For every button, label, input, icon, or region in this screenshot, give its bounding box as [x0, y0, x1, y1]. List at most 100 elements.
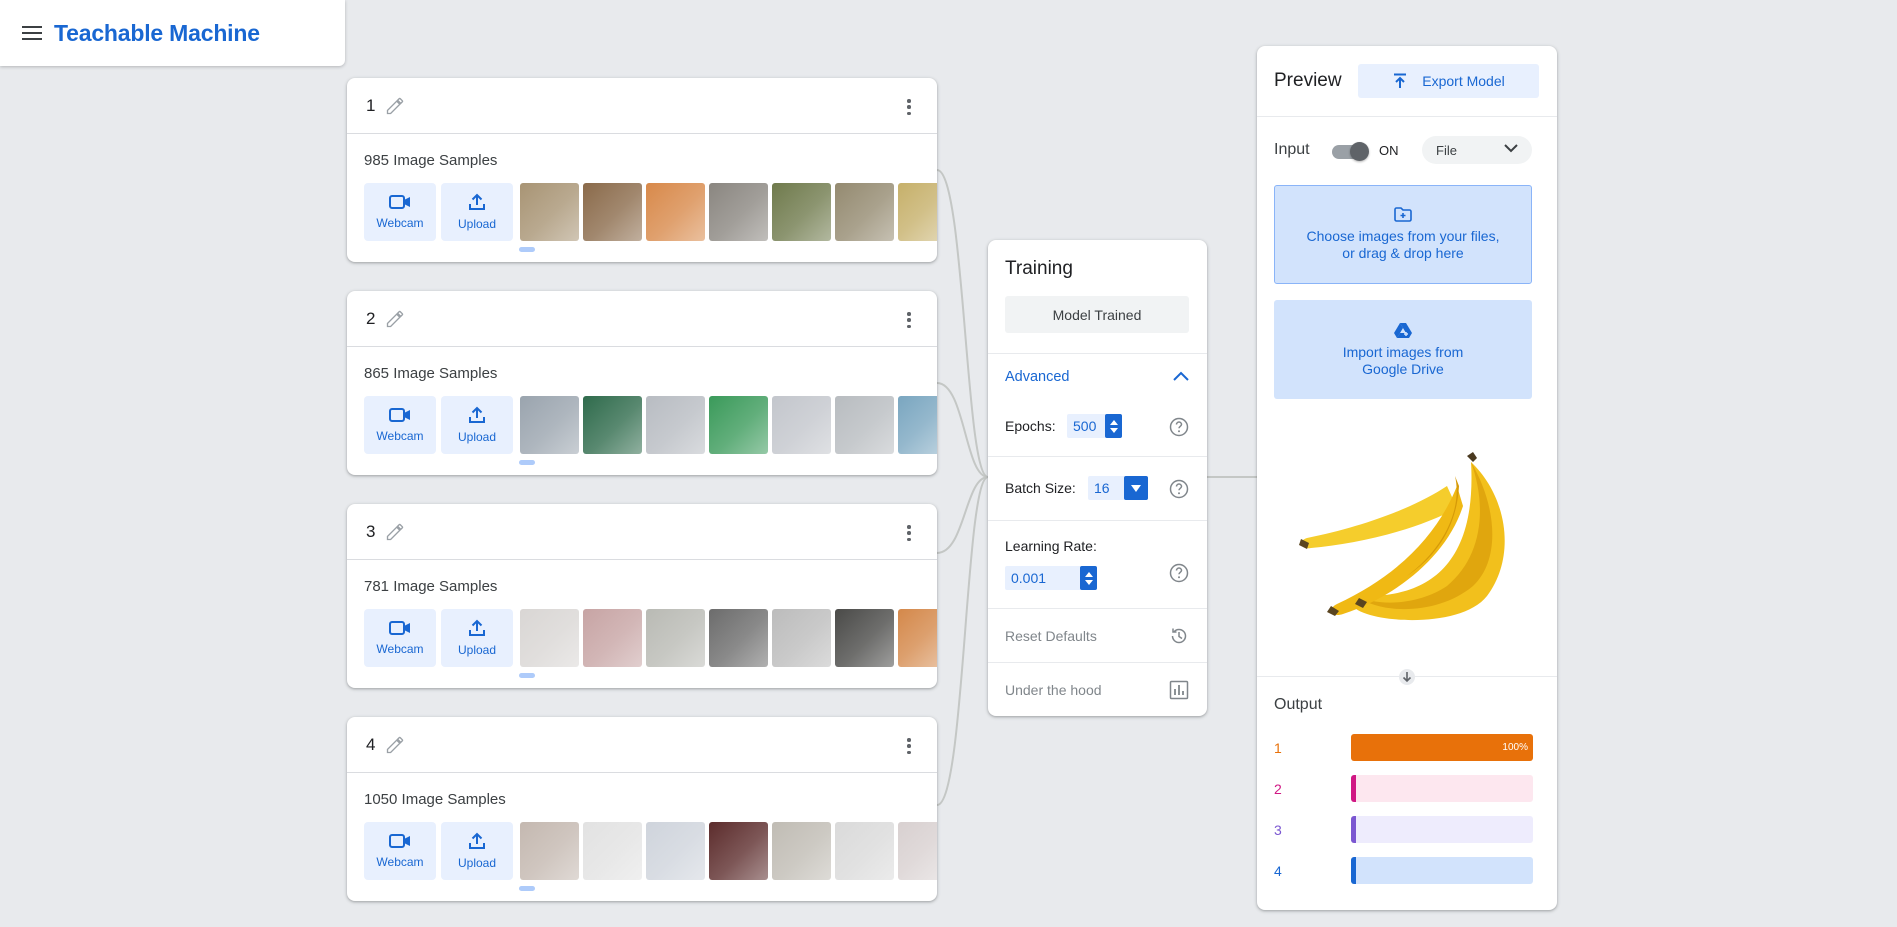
epochs-value: 500 [1073, 418, 1097, 434]
batch-size-select[interactable]: 16 [1088, 476, 1148, 500]
class-card: 3 781 Image Samples Webcam Upload [347, 504, 937, 688]
more-options-icon[interactable] [907, 738, 911, 754]
webcam-button[interactable]: Webcam [364, 822, 436, 880]
learning-rate-input[interactable]: 0.001 [1005, 566, 1097, 590]
sample-thumbnail[interactable] [898, 609, 937, 667]
sample-thumbnails [520, 183, 937, 241]
upload-button[interactable]: Upload [441, 396, 513, 454]
output-confidence-fill [1351, 857, 1356, 884]
webcam-label: Webcam [376, 855, 424, 869]
sample-thumbnail[interactable] [835, 183, 894, 241]
batch-size-dropdown[interactable] [1124, 476, 1148, 500]
sample-thumbnail[interactable] [709, 183, 768, 241]
sample-thumbnail[interactable] [898, 396, 937, 454]
sample-thumbnail[interactable] [709, 396, 768, 454]
class-connectors [936, 169, 1257, 806]
class-name[interactable]: 1 [366, 96, 375, 116]
video-camera-icon [389, 408, 410, 422]
epochs-label: Epochs: [1005, 418, 1056, 434]
folder-add-icon [1394, 207, 1412, 222]
webcam-button[interactable]: Webcam [364, 609, 436, 667]
more-options-icon[interactable] [907, 99, 911, 115]
sample-thumbnail[interactable] [772, 396, 831, 454]
sample-thumbnail[interactable] [520, 396, 579, 454]
thumb-scroll-indicator[interactable] [519, 673, 535, 678]
sample-thumbnail[interactable] [583, 183, 642, 241]
help-icon[interactable] [1169, 563, 1189, 583]
model-trained-button[interactable]: Model Trained [1005, 296, 1189, 333]
upload-icon [1394, 73, 1407, 88]
more-options-icon[interactable] [907, 312, 911, 328]
file-drop-zone[interactable]: Choose images from your files, or drag &… [1274, 185, 1532, 284]
sample-thumbnail[interactable] [772, 183, 831, 241]
pencil-icon[interactable] [385, 96, 405, 116]
sample-thumbnail[interactable] [709, 609, 768, 667]
pencil-icon[interactable] [385, 522, 405, 542]
pencil-icon[interactable] [385, 735, 405, 755]
export-model-button[interactable]: Export Model [1358, 64, 1539, 98]
upload-button[interactable]: Upload [441, 183, 513, 241]
chevron-up-icon[interactable] [1173, 371, 1189, 381]
learning-rate-stepper[interactable] [1080, 566, 1097, 590]
help-icon[interactable] [1169, 417, 1189, 437]
output-confidence-bar: 100% [1351, 734, 1533, 761]
sample-thumbnail[interactable] [583, 822, 642, 880]
app-title[interactable]: Teachable Machine [54, 20, 260, 47]
sample-thumbnails [520, 822, 937, 880]
pencil-icon[interactable] [385, 309, 405, 329]
class-name[interactable]: 3 [366, 522, 375, 542]
input-source-select[interactable]: File [1422, 136, 1532, 164]
preview-title: Preview [1274, 70, 1342, 91]
sample-thumbnail[interactable] [835, 396, 894, 454]
thumb-scroll-indicator[interactable] [519, 886, 535, 891]
epochs-stepper[interactable] [1105, 414, 1122, 438]
upload-button[interactable]: Upload [441, 822, 513, 880]
thumb-scroll-indicator[interactable] [519, 247, 535, 252]
thumb-scroll-indicator[interactable] [519, 460, 535, 465]
sample-thumbnail[interactable] [646, 609, 705, 667]
input-toggle[interactable] [1330, 142, 1369, 161]
class-name[interactable]: 4 [366, 735, 375, 755]
sample-thumbnail[interactable] [898, 183, 937, 241]
history-icon[interactable] [1169, 626, 1189, 646]
advanced-toggle[interactable]: Advanced [1005, 369, 1070, 385]
sample-thumbnail[interactable] [646, 396, 705, 454]
preview-panel: Preview Export Model Input ON File Choos… [1257, 46, 1557, 910]
sample-thumbnail[interactable] [520, 822, 579, 880]
sample-thumbnail[interactable] [646, 183, 705, 241]
sample-thumbnail[interactable] [520, 609, 579, 667]
sample-thumbnail[interactable] [583, 396, 642, 454]
webcam-button[interactable]: Webcam [364, 183, 436, 241]
under-the-hood-button[interactable]: Under the hood [1005, 682, 1102, 698]
epochs-input[interactable]: 500 [1067, 414, 1122, 438]
sample-thumbnail[interactable] [772, 609, 831, 667]
sample-thumbnail[interactable] [835, 609, 894, 667]
sample-thumbnail[interactable] [835, 822, 894, 880]
sample-thumbnail[interactable] [709, 822, 768, 880]
help-icon[interactable] [1169, 479, 1189, 499]
output-confidence-fill [1351, 816, 1356, 843]
bar-chart-icon[interactable] [1169, 680, 1189, 700]
sample-count: 781 Image Samples [364, 578, 498, 595]
reset-defaults-button[interactable]: Reset Defaults [1005, 628, 1097, 644]
upload-button[interactable]: Upload [441, 609, 513, 667]
sample-thumbnail[interactable] [583, 609, 642, 667]
video-camera-icon [389, 195, 410, 209]
class-name[interactable]: 2 [366, 309, 375, 329]
arrow-down-icon [1399, 669, 1415, 685]
sample-thumbnail[interactable] [898, 822, 937, 880]
training-title: Training [1005, 258, 1073, 279]
webcam-button[interactable]: Webcam [364, 396, 436, 454]
export-model-label: Export Model [1422, 73, 1505, 89]
output-confidence-fill: 100% [1351, 734, 1533, 761]
more-options-icon[interactable] [907, 525, 911, 541]
hamburger-menu-icon[interactable] [22, 26, 42, 40]
sample-thumbnail[interactable] [520, 183, 579, 241]
drop-text-line1: Choose images from your files, [1306, 228, 1500, 244]
google-drive-import[interactable]: Import images from Google Drive [1274, 300, 1532, 399]
sample-thumbnail[interactable] [646, 822, 705, 880]
preview-image [1299, 452, 1505, 621]
upload-icon [469, 619, 485, 636]
sample-thumbnail[interactable] [772, 822, 831, 880]
drop-text-line2: or drag & drop here [1342, 245, 1464, 261]
